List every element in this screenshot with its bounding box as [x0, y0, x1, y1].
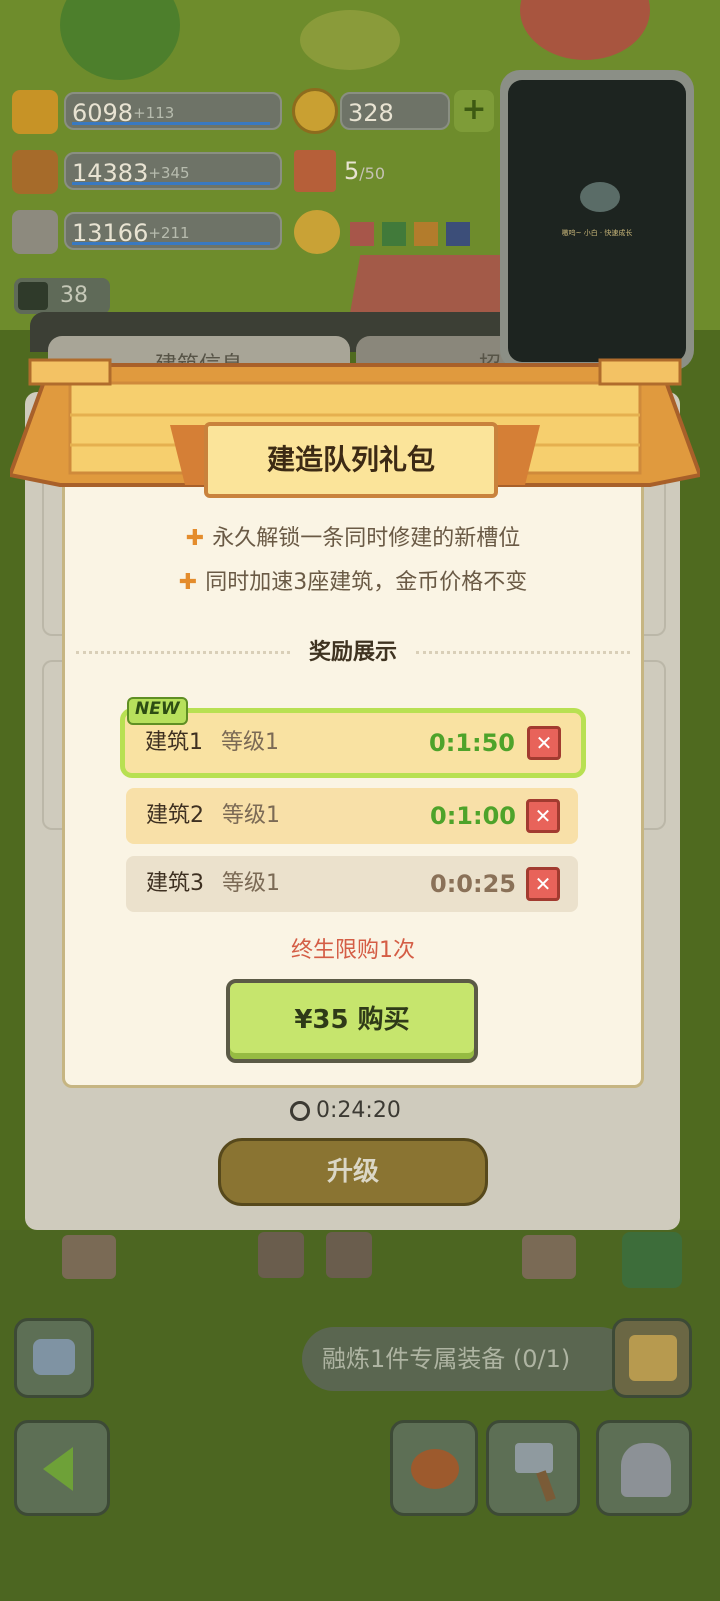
wood-icon: [12, 150, 58, 194]
villager-sprite: [258, 1232, 304, 1278]
building-queue-row: 建筑2 等级1 0:1:00 ✕: [126, 788, 578, 844]
reward-section-text: 奖励展示: [308, 640, 397, 665]
food-icon: [411, 1449, 459, 1489]
upgrade-timer: 0:24:20: [290, 1096, 401, 1126]
purchase-limit-text: 终生限购1次: [62, 934, 644, 968]
close-glyph: ✕: [535, 731, 553, 755]
coin-counter: 328 +: [292, 88, 502, 134]
close-icon[interactable]: ✕: [527, 726, 561, 760]
upgrade-button[interactable]: 升级: [218, 1138, 488, 1206]
food-button[interactable]: [390, 1420, 478, 1516]
scroll-button[interactable]: [612, 1318, 692, 1398]
panel-card-edge: [644, 660, 666, 830]
modal-title: 建造队列礼包: [204, 422, 498, 498]
resource-bar: 14383+345: [64, 152, 282, 190]
plus-icon: ✚: [185, 526, 205, 551]
building-level: 等级1: [222, 803, 280, 828]
close-glyph: ✕: [534, 872, 552, 896]
benefit-line-2: ✚ 同时加速3座建筑，金币价格不变: [62, 566, 644, 600]
building-timer: 0:0:25: [430, 870, 516, 898]
game-background-bottom: [0, 1230, 720, 1601]
resource-bar: 13166+211: [64, 212, 282, 250]
coin-icon: [292, 88, 338, 134]
new-badge-text: NEW: [135, 699, 180, 719]
building-level: 等级1: [222, 871, 280, 896]
color-swatch: [446, 222, 470, 246]
plant-sprite: [622, 1232, 682, 1288]
resource-wood: 14383+345: [12, 148, 284, 194]
tree-decoration: [300, 10, 400, 70]
helmet-icon: [621, 1443, 671, 1497]
gift-counter[interactable]: 5/50: [292, 148, 502, 194]
resource-food: 6098+113: [12, 88, 284, 134]
villager-sprite: [522, 1235, 576, 1279]
benefit-line-1: ✚ 永久解锁一条同时修建的新槽位: [62, 522, 644, 556]
close-icon[interactable]: ✕: [526, 867, 560, 901]
ribbon-decoration: [349, 255, 511, 315]
buy-button[interactable]: ¥35 购买: [226, 979, 478, 1063]
coin-value: 328: [348, 99, 394, 127]
building-name: 建筑3: [146, 871, 204, 896]
building-name: 建筑2: [146, 803, 204, 828]
color-swatch: [350, 222, 374, 246]
build-button[interactable]: [486, 1420, 580, 1516]
color-swatch: [414, 222, 438, 246]
chat-icon: [33, 1339, 75, 1375]
quest-banner[interactable]: 融炼1件专属装备 (0/1): [302, 1327, 632, 1391]
color-swatch: [382, 222, 406, 246]
chat-button[interactable]: [14, 1318, 94, 1398]
benefit-text: 同时加速3座建筑，金币价格不变: [205, 570, 528, 595]
benefit-text: 永久解锁一条同时修建的新槽位: [212, 526, 521, 551]
book-icon: [18, 282, 48, 310]
video-character: [580, 182, 620, 212]
upgrade-label: 升级: [326, 1157, 379, 1187]
resource-bar: 6098+113: [64, 92, 282, 130]
divider: [416, 651, 630, 654]
scroll-icon: [629, 1335, 677, 1381]
gift-icon: [294, 150, 336, 192]
video-ad-popup[interactable]: 嗷呜~ 小白 · 快速成长: [500, 70, 694, 370]
gift-current: 5: [344, 157, 360, 185]
upgrade-timer-value: 0:24:20: [316, 1098, 401, 1123]
close-icon[interactable]: ✕: [526, 799, 560, 833]
building-timer: 0:1:00: [430, 802, 516, 830]
video-caption: 嗷呜~ 小白 · 快速成长: [561, 229, 633, 237]
resource-rate: +211: [148, 224, 190, 242]
plus-icon: ✚: [178, 570, 198, 595]
buy-label: ¥35 购买: [294, 1005, 410, 1035]
purchase-limit-label: 终生限购1次: [291, 938, 415, 963]
stone-icon: [12, 210, 58, 254]
gift-max: /50: [359, 164, 386, 183]
new-badge: NEW: [127, 697, 188, 725]
building-queue-row: 建筑3 等级1 0:0:25 ✕: [126, 856, 578, 912]
modal-title-text: 建造队列礼包: [266, 443, 435, 476]
clock-icon: [290, 1101, 310, 1121]
quest-text: 融炼1件专属装备 (0/1): [322, 1345, 571, 1373]
back-icon: [43, 1447, 73, 1491]
villager-sprite: [62, 1235, 116, 1279]
building-timer: 0:1:50: [429, 729, 515, 757]
building-queue-row: 建筑1 等级1 0:1:50 ✕: [120, 708, 586, 778]
weather-icon[interactable]: [294, 210, 340, 254]
resource-rate: +345: [148, 164, 190, 182]
add-coins-button[interactable]: +: [454, 90, 494, 132]
resource-stone: 13166+211: [12, 208, 284, 254]
hammer-handle: [536, 1470, 556, 1502]
wheat-icon: [12, 90, 58, 134]
level-badge: 38: [14, 278, 110, 314]
video-player[interactable]: 嗷呜~ 小白 · 快速成长: [508, 80, 686, 362]
villager-sprite: [326, 1232, 372, 1278]
building-level: 等级1: [221, 730, 279, 755]
coin-bar: 328: [340, 92, 450, 130]
close-glyph: ✕: [534, 804, 552, 828]
level-value: 38: [60, 283, 88, 308]
equipment-button[interactable]: [596, 1420, 692, 1516]
back-button[interactable]: [14, 1420, 110, 1516]
hammer-icon: [515, 1443, 553, 1473]
resource-rate: +113: [133, 104, 175, 122]
